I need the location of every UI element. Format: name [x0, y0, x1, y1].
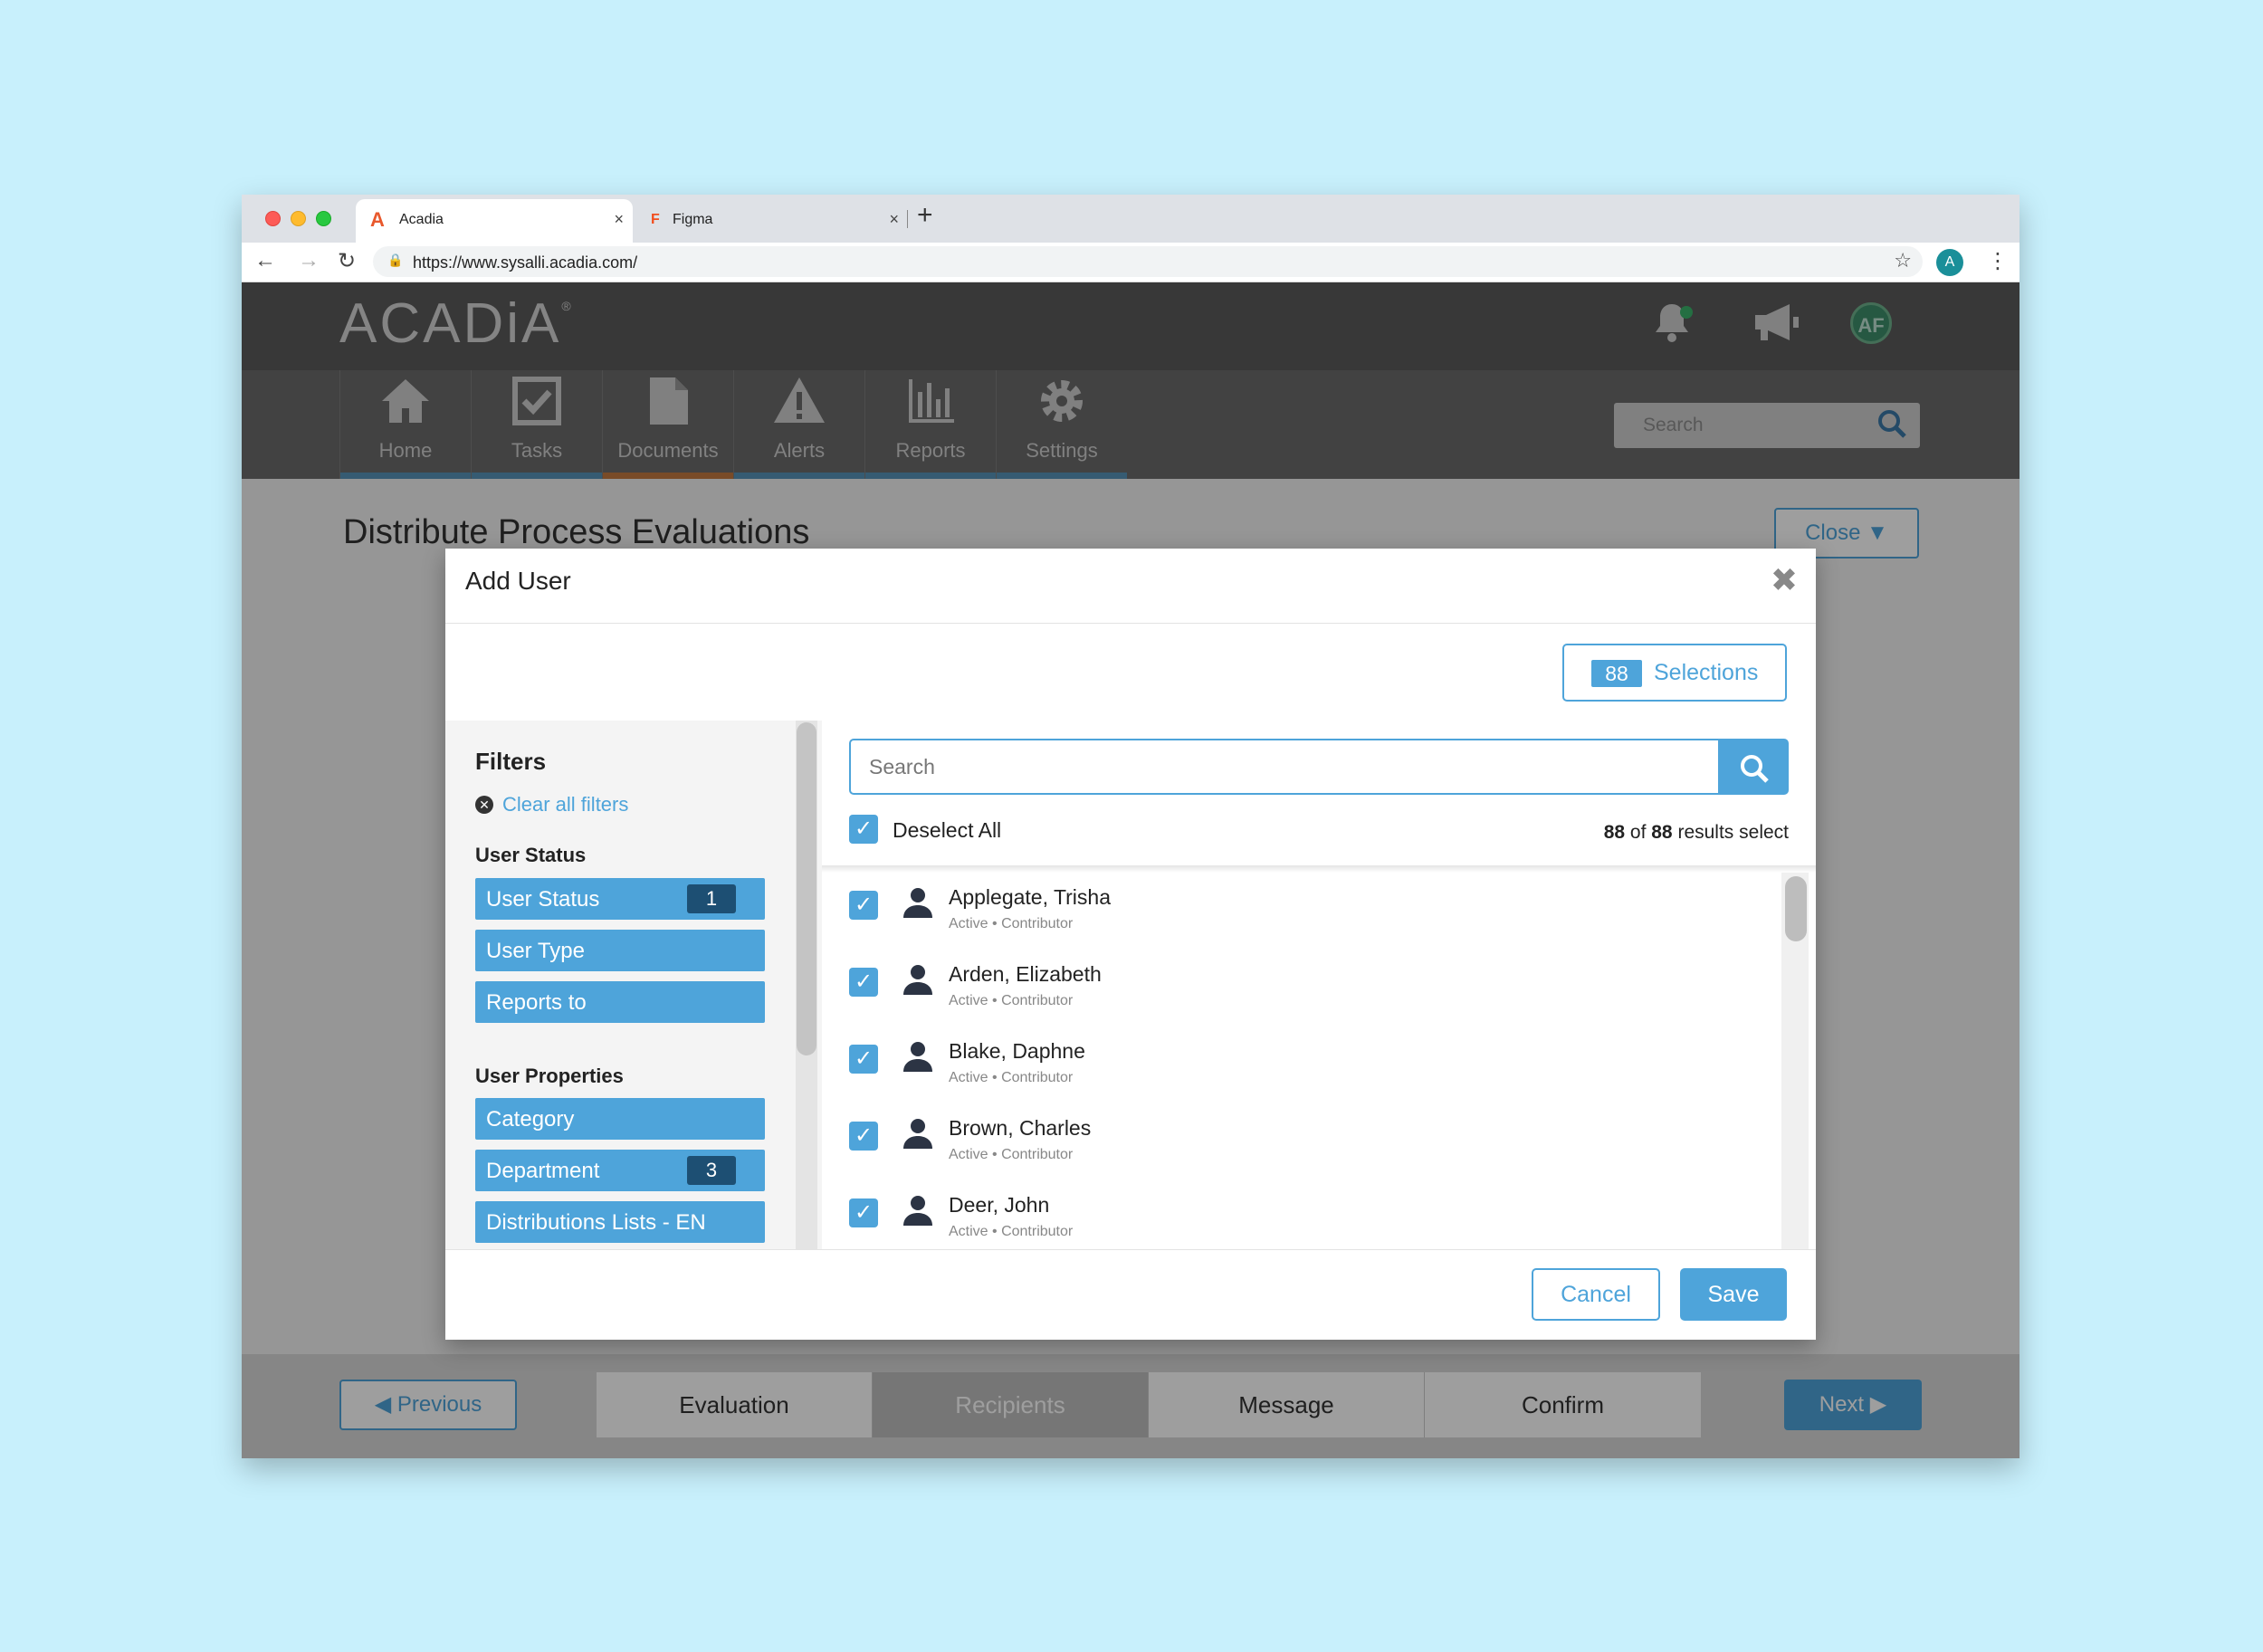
- person-icon: [902, 1193, 934, 1235]
- browser-tab-acadia[interactable]: A Acadia ×: [356, 199, 633, 243]
- close-tab-icon[interactable]: ×: [614, 210, 624, 229]
- user-status-heading: User Status: [475, 844, 587, 866]
- add-user-modal: Add User ✖ 88 Selections Filters ✕ Clear …: [445, 549, 1816, 1340]
- clear-all-filters-link[interactable]: ✕ Clear all filters: [475, 793, 628, 816]
- selections-count-badge: 88: [1591, 660, 1642, 687]
- user-checkbox[interactable]: ✓: [849, 1122, 878, 1151]
- filter-distribution-lists[interactable]: Distributions Lists - EN: [475, 1201, 765, 1243]
- user-checkbox[interactable]: ✓: [849, 891, 878, 920]
- filter-label: Department: [486, 1159, 600, 1183]
- user-status: Active • Contributor: [949, 1147, 1074, 1162]
- tab-title: Figma: [673, 212, 713, 227]
- user-name: Brown, Charles: [949, 1116, 1092, 1140]
- person-icon: [902, 1116, 934, 1158]
- clear-x-icon: ✕: [475, 796, 493, 814]
- save-button[interactable]: Save: [1680, 1268, 1787, 1321]
- filter-count-badge: 3: [687, 1156, 736, 1185]
- browser-profile-avatar[interactable]: A: [1936, 249, 1963, 276]
- acadia-favicon-icon: A: [370, 208, 385, 231]
- divider: [445, 1249, 1816, 1250]
- user-status: Active • Contributor: [949, 993, 1074, 1008]
- minimize-window-button[interactable]: [291, 211, 306, 226]
- cancel-button[interactable]: Cancel: [1532, 1268, 1660, 1321]
- tab-bar: A Acadia × F Figma × +: [242, 195, 2020, 243]
- search-button[interactable]: [1720, 739, 1789, 795]
- tab-separator: [907, 210, 908, 228]
- filter-label: User Status: [486, 887, 600, 912]
- reload-icon[interactable]: ↻: [338, 248, 356, 274]
- results-suffix: results select: [1677, 822, 1789, 843]
- divider: [445, 623, 1816, 624]
- filter-label: User Type: [486, 939, 585, 963]
- deselect-all-checkbox[interactable]: ✓: [849, 815, 878, 844]
- new-tab-icon[interactable]: +: [917, 200, 933, 231]
- filter-user-type[interactable]: User Type: [475, 930, 765, 971]
- url-text: https://www.sysalli.acadia.com/: [413, 253, 638, 272]
- forward-arrow-icon[interactable]: →: [298, 248, 320, 273]
- user-name: Blake, Daphne: [949, 1039, 1085, 1063]
- results-count: 88 of 88 results select: [1604, 822, 1789, 844]
- close-tab-icon[interactable]: ×: [889, 210, 899, 229]
- address-bar: ← → ↻ 🔒 https://www.sysalli.acadia.com/ …: [242, 243, 2020, 282]
- filters-scroll-thumb[interactable]: [797, 722, 816, 1055]
- filter-label: Reports to: [486, 990, 587, 1015]
- filter-count-badge: 1: [687, 884, 736, 913]
- url-field[interactable]: 🔒 https://www.sysalli.acadia.com/ ☆: [373, 246, 1923, 277]
- tab-title: Acadia: [399, 212, 444, 227]
- browser-menu-icon[interactable]: ⋮: [1987, 248, 2009, 274]
- selected-count: 88: [1603, 822, 1626, 843]
- filter-department[interactable]: Department 3: [475, 1150, 765, 1191]
- search-icon: [1739, 748, 1770, 785]
- user-checkbox[interactable]: ✓: [849, 1045, 878, 1074]
- user-status: Active • Contributor: [949, 1224, 1074, 1239]
- user-checkbox[interactable]: ✓: [849, 968, 878, 997]
- user-properties-heading: User Properties: [475, 1065, 624, 1087]
- list-item[interactable]: ✓ Applegate, Trisha Active • Contributor: [822, 873, 1781, 950]
- user-list: ✓ Applegate, Trisha Active • Contributor…: [822, 873, 1781, 1249]
- filter-label: Category: [486, 1107, 575, 1132]
- filters-panel: Filters ✕ Clear all filters User Status U…: [445, 721, 822, 1249]
- bookmark-star-icon[interactable]: ☆: [1894, 249, 1912, 272]
- list-item[interactable]: ✓ Deer, John Active • Contributor: [822, 1180, 1781, 1249]
- list-item[interactable]: ✓ Brown, Charles Active • Contributor: [822, 1103, 1781, 1180]
- lock-icon: 🔒: [387, 253, 404, 267]
- user-name: Deer, John: [949, 1193, 1050, 1217]
- filter-user-status[interactable]: User Status 1: [475, 878, 765, 920]
- filter-category[interactable]: Category: [475, 1098, 765, 1140]
- list-item[interactable]: ✓ Blake, Daphne Active • Contributor: [822, 1027, 1781, 1103]
- browser-tab-figma[interactable]: F Figma ×: [636, 199, 908, 243]
- person-icon: [902, 962, 934, 1004]
- filter-reports-to[interactable]: Reports to: [475, 981, 765, 1023]
- user-status: Active • Contributor: [949, 1070, 1074, 1085]
- maximize-window-button[interactable]: [316, 211, 331, 226]
- person-icon: [902, 885, 934, 927]
- list-shadow: [822, 865, 1816, 873]
- filter-label: Distributions Lists - EN: [486, 1210, 706, 1235]
- close-modal-icon[interactable]: ✖: [1771, 561, 1798, 599]
- user-name: Applegate, Trisha: [949, 885, 1112, 909]
- filters-heading: Filters: [475, 748, 547, 775]
- back-arrow-icon[interactable]: ←: [254, 248, 276, 273]
- of-word: of: [1629, 822, 1647, 843]
- list-scroll-thumb[interactable]: [1785, 876, 1807, 941]
- total-count: 88: [1651, 822, 1673, 843]
- close-window-button[interactable]: [265, 211, 281, 226]
- list-item[interactable]: ✓ Arden, Elizabeth Active • Contributor: [822, 950, 1781, 1027]
- search-placeholder: Search: [869, 755, 935, 778]
- selections-button[interactable]: 88 Selections: [1562, 644, 1787, 702]
- user-search-input[interactable]: Search: [849, 739, 1720, 795]
- figma-favicon-icon: F: [651, 212, 660, 227]
- deselect-all-label: Deselect All: [893, 818, 1002, 842]
- clear-label: Clear all filters: [502, 793, 629, 816]
- user-status: Active • Contributor: [949, 916, 1074, 931]
- selections-label: Selections: [1654, 660, 1759, 685]
- user-name: Arden, Elizabeth: [949, 962, 1102, 986]
- results-panel: Search ✓ Deselect All 88 of 88 results s…: [822, 721, 1816, 1249]
- modal-title: Add User: [465, 567, 571, 595]
- person-icon: [902, 1039, 934, 1081]
- user-checkbox[interactable]: ✓: [849, 1198, 878, 1227]
